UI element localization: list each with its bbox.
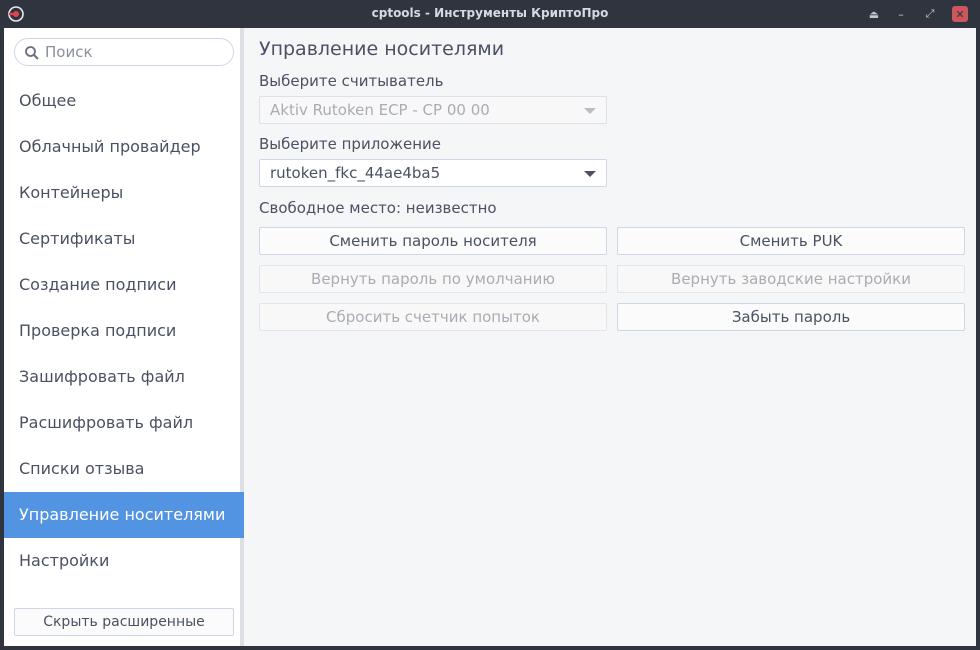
sidebar-item-general[interactable]: Общее	[4, 78, 244, 124]
free-space-status: Свободное место: неизвестно	[259, 199, 497, 217]
maximize-icon[interactable]: ⤢	[922, 6, 938, 22]
hide-advanced-button[interactable]: Скрыть расширенные	[14, 608, 234, 636]
factory-reset-button[interactable]: Вернуть заводские настройки	[617, 265, 965, 293]
application-select[interactable]: rutoken_fkc_44ae4ba5	[259, 159, 607, 187]
sidebar-item-decrypt-file[interactable]: Расшифровать файл	[4, 400, 244, 446]
change-pin-button[interactable]: Сменить пароль носителя	[259, 227, 607, 255]
forget-pin-button[interactable]: Забыть пароль	[617, 303, 965, 331]
search-icon	[25, 46, 39, 60]
close-icon[interactable]: ✕	[952, 6, 968, 22]
sidebar-nav: Общее Облачный провайдер Контейнеры Серт…	[4, 78, 244, 584]
sidebar-item-cloud-provider[interactable]: Облачный провайдер	[4, 124, 244, 170]
window-title: cptools - Инструменты КриптоПро	[371, 6, 609, 20]
sidebar: Общее Облачный провайдер Контейнеры Серт…	[4, 28, 244, 646]
sidebar-item-containers[interactable]: Контейнеры	[4, 170, 244, 216]
shade-icon[interactable]: ⏏	[866, 6, 882, 22]
chevron-down-icon	[584, 171, 596, 177]
sidebar-item-encrypt-file[interactable]: Зашифровать файл	[4, 354, 244, 400]
sidebar-item-token-management[interactable]: Управление носителями	[4, 492, 244, 538]
sidebar-item-verify-signature[interactable]: Проверка подписи	[4, 308, 244, 354]
sidebar-item-revocation-lists[interactable]: Списки отзыва	[4, 446, 244, 492]
sidebar-item-certificates[interactable]: Сертификаты	[4, 216, 244, 262]
page-title: Управление носителями	[259, 38, 505, 60]
reader-select-value: Aktiv Rutoken ECP - CP 00 00	[270, 101, 490, 119]
main-content: Управление носителями Выберите считывате…	[248, 28, 976, 646]
reset-default-pin-button[interactable]: Вернуть пароль по умолчанию	[259, 265, 607, 293]
main-window: Общее Облачный провайдер Контейнеры Серт…	[4, 28, 976, 646]
sidebar-item-create-signature[interactable]: Создание подписи	[4, 262, 244, 308]
search-box[interactable]	[14, 38, 234, 66]
reader-label: Выберите считыватель	[259, 72, 444, 90]
reset-attempt-counter-button[interactable]: Сбросить счетчик попыток	[259, 303, 607, 331]
application-select-value: rutoken_fkc_44ae4ba5	[270, 164, 441, 182]
application-label: Выберите приложение	[259, 135, 441, 153]
search-input[interactable]	[45, 42, 225, 62]
minimize-icon[interactable]: –	[893, 6, 909, 22]
change-puk-button[interactable]: Сменить PUK	[617, 227, 965, 255]
sidebar-item-settings[interactable]: Настройки	[4, 538, 244, 584]
chevron-down-icon	[584, 108, 596, 114]
title-bar: cptools - Инструменты КриптоПро ⏏ – ⤢ ✕	[0, 0, 980, 28]
reader-select[interactable]: Aktiv Rutoken ECP - CP 00 00	[259, 96, 607, 124]
